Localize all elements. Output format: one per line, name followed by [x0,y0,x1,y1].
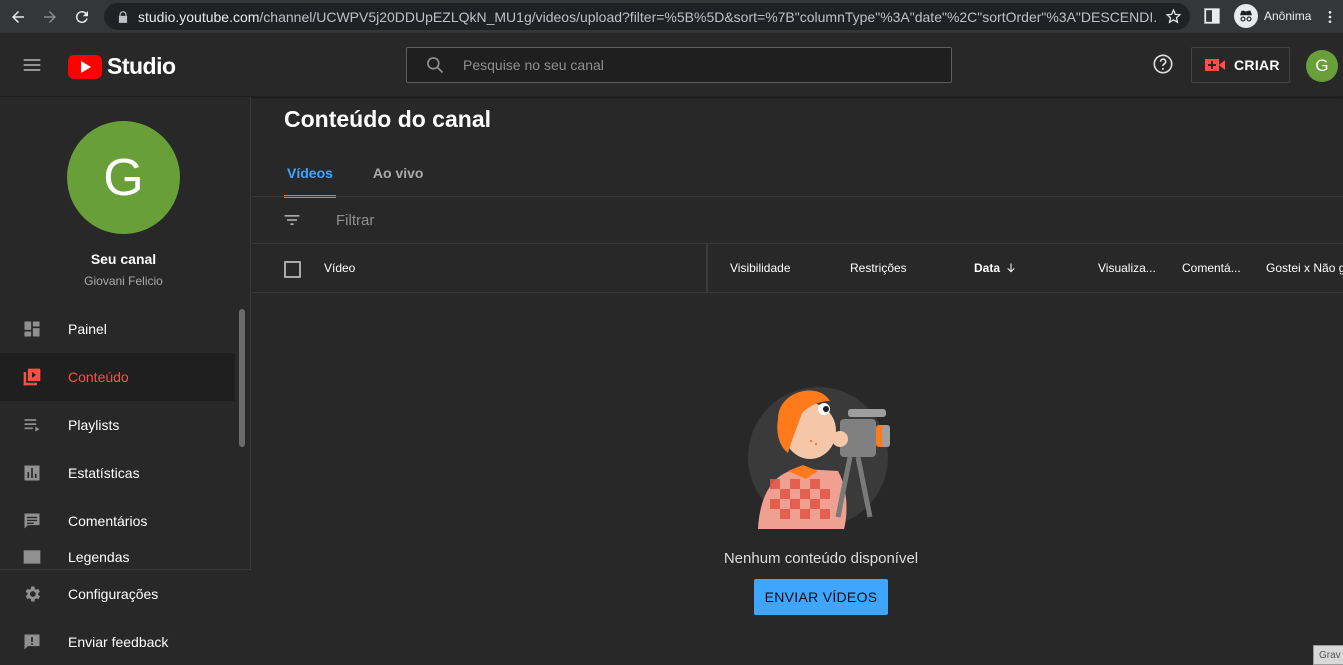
browser-toolbar: studio.youtube.com/channel/UCWPV5j20DDUp… [0,0,1343,33]
back-button[interactable] [4,3,32,31]
filter-icon [284,215,300,225]
sidebar-item-label: Painel [68,321,107,337]
logo-text: Studio [107,53,176,79]
channel-search-box[interactable] [406,47,952,83]
bookmark-star-icon[interactable] [1165,8,1182,25]
sidebar-item-conteudo[interactable]: Conteúdo [0,353,235,401]
lock-icon [118,10,128,23]
sidebar-item-legendas[interactable]: Legendas [0,545,235,569]
main-content: Conteúdo do canal Vídeos Ao vivo Filtrar… [252,97,1343,665]
back-arrow-icon [12,11,24,23]
help-icon[interactable] [1152,53,1174,75]
create-label: CRIAR [1234,57,1280,73]
account-avatar[interactable]: G [1306,50,1338,82]
url-path: /channel/UCWPV5j20DDUpEZLQkN_MU1g/videos… [259,8,1158,25]
select-all-checkbox[interactable] [284,261,301,278]
channel-username: Giovani Felicio [84,274,163,288]
sidebar-item-estatisticas[interactable]: Estatísticas [0,449,235,497]
search-icon [427,57,444,74]
sidebar-item-label: Legendas [68,549,130,565]
create-button[interactable]: CRIAR [1191,47,1290,83]
table-header: Vídeo Visibilidade Restrições Data Visua… [252,244,1343,293]
reload-button[interactable] [68,3,96,31]
column-views[interactable]: Visualiza... [1098,261,1156,275]
comments-icon [24,513,40,529]
sidebar-item-label: Enviar feedback [68,634,169,650]
page-title: Conteúdo do canal [284,106,491,132]
video-camera-icon [1205,59,1225,71]
address-bar[interactable]: studio.youtube.com/channel/UCWPV5j20DDUp… [104,3,1190,30]
empty-state-message: Nenhum conteúdo disponível [723,550,919,567]
sidebar: G Seu canal Giovani Felicio Painel Conte… [0,97,251,665]
sidebar-bottom-nav: Configurações Enviar feedback [0,569,251,665]
overlay-tab[interactable]: Grav [1313,645,1343,665]
subtitles-icon [23,550,41,564]
tab-videos[interactable]: Vídeos [284,157,336,198]
sidebar-item-painel[interactable]: Painel [0,305,235,353]
sort-down-arrow-icon [1007,263,1015,273]
upload-videos-button[interactable]: ENVIAR VÍDEOS [754,579,888,615]
sidebar-item-label: Playlists [68,417,120,433]
sidebar-scrollbar[interactable] [239,309,245,447]
search-input[interactable] [463,57,923,73]
hamburger-menu-icon[interactable] [22,55,42,75]
column-video: Vídeo [324,261,356,275]
column-divider[interactable] [706,244,708,293]
sidebar-nav: Painel Conteúdo Playlists Estatísticas C… [0,305,235,545]
side-panel-icon[interactable] [1203,7,1221,25]
sidebar-item-comentarios[interactable]: Comentários [0,497,235,545]
url-text: studio.youtube.com/channel/UCWPV5j20DDUp… [138,9,1158,25]
incognito-icon [1234,4,1258,28]
studio-logo[interactable]: Studio [68,53,176,80]
filter-placeholder: Filtrar [336,211,375,229]
forward-button[interactable] [36,3,64,31]
sidebar-item-configuracoes[interactable]: Configurações [0,570,251,618]
reload-icon [75,11,88,24]
youtube-logo-icon [68,54,102,79]
studio-header: Studio CRIAR G [0,33,1343,97]
browser-menu-icon[interactable] [1322,8,1338,26]
sidebar-item-label: Configurações [68,586,159,602]
sidebar-item-label: Comentários [68,513,148,529]
content-icon [23,368,41,386]
column-likes[interactable]: Gostei x Não g [1266,261,1343,275]
gear-icon [25,586,40,602]
column-date[interactable]: Data [974,261,1017,275]
analytics-icon [24,465,40,481]
sidebar-item-playlists[interactable]: Playlists [0,401,235,449]
column-restrictions[interactable]: Restrições [850,261,907,275]
channel-title: Seu canal [90,251,157,267]
tab-ao-vivo[interactable]: Ao vivo [370,157,427,198]
url-host: studio.youtube.com [138,8,260,25]
filter-bar[interactable]: Filtrar [252,196,1343,244]
incognito-label: Anônima [1264,9,1312,23]
sidebar-item-feedback[interactable]: Enviar feedback [0,618,251,665]
sidebar-item-label: Estatísticas [68,465,140,481]
channel-avatar[interactable]: G [67,121,180,234]
forward-arrow-icon [44,11,56,23]
dashboard-icon [24,321,40,337]
incognito-indicator[interactable]: Anônima [1234,4,1311,28]
column-visibility[interactable]: Visibilidade [730,261,791,275]
sidebar-item-label: Conteúdo [68,369,129,385]
playlist-icon [24,419,40,432]
column-comments[interactable]: Comentá... [1182,261,1241,275]
column-date-label: Data [974,261,1001,275]
feedback-icon [24,634,40,650]
empty-state-illustration [748,387,890,529]
content-tabs: Vídeos Ao vivo [284,157,460,198]
